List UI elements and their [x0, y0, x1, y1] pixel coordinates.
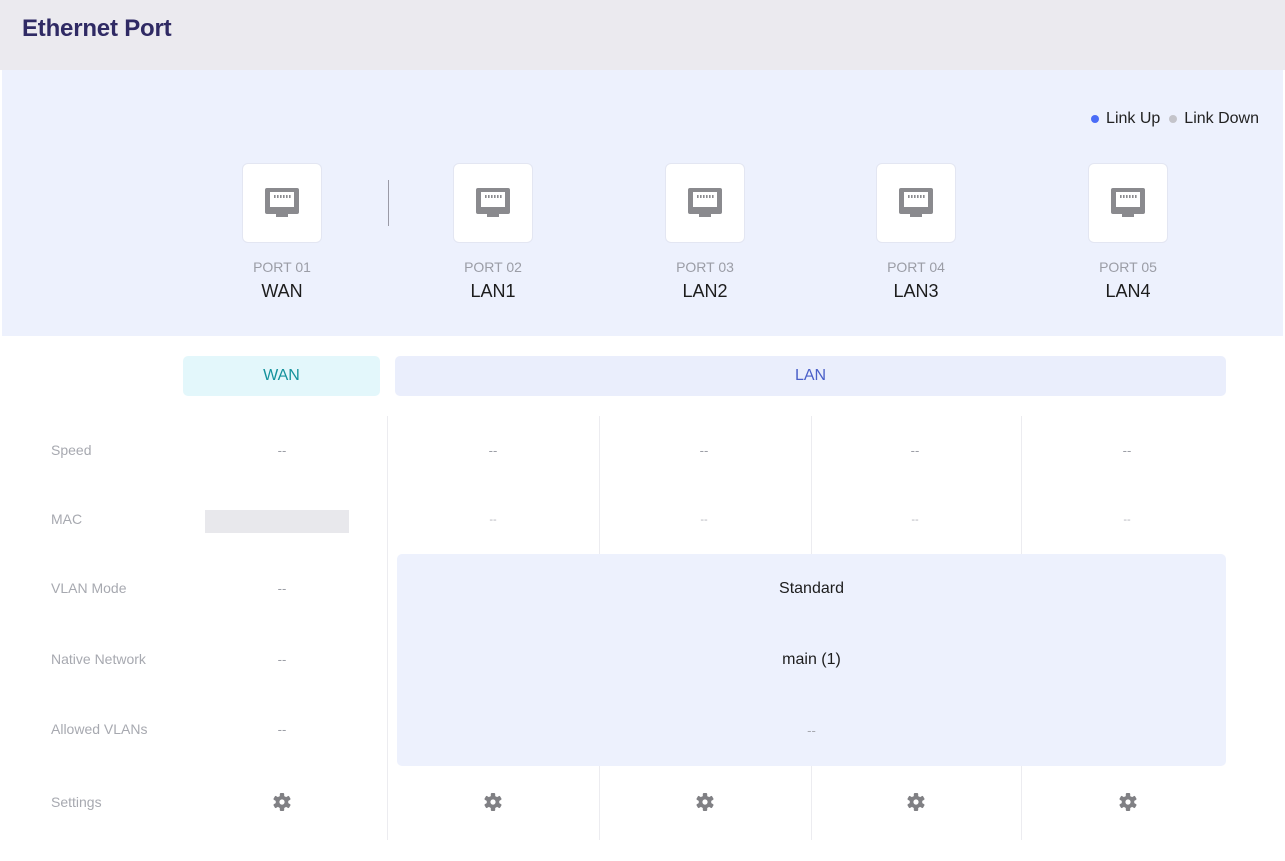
port-05-number: PORT 05 [1099, 259, 1157, 275]
row-label-allowed-vlans: Allowed VLANs [51, 721, 148, 737]
port-03-name: LAN2 [682, 281, 728, 301]
port-03[interactable]: PORT 03 LAN2 [645, 163, 765, 302]
legend-link-up: Link Up [1091, 110, 1160, 128]
port-02-card[interactable] [453, 163, 533, 243]
gear-icon[interactable] [906, 792, 926, 812]
legend-link-down: Link Down [1169, 110, 1259, 128]
wan-speed-value: -- [277, 443, 287, 458]
ethernet-port-icon [688, 188, 722, 217]
port-01-card[interactable] [242, 163, 322, 243]
gear-icon[interactable] [483, 792, 503, 812]
port-03-card[interactable] [665, 163, 745, 243]
ethernet-port-icon [265, 188, 299, 217]
port-02-number: PORT 02 [464, 259, 522, 275]
port-02-name: LAN1 [470, 281, 516, 301]
row-label-native-network: Native Network [51, 651, 146, 667]
wan-vlan-mode-value: -- [277, 581, 287, 596]
lan-native-network-value: main (1) [782, 651, 841, 668]
lan-vlan-mode-value: Standard [779, 580, 844, 597]
ethernet-port-icon [899, 188, 933, 217]
legend-link-up-label: Link Up [1106, 110, 1161, 127]
port-04[interactable]: PORT 04 LAN3 [856, 163, 976, 302]
row-label-settings: Settings [51, 794, 102, 810]
port-01-number: PORT 01 [253, 259, 311, 275]
link-up-dot-icon [1091, 115, 1100, 123]
port-05[interactable]: PORT 05 LAN4 [1068, 163, 1188, 302]
port-03-number: PORT 03 [676, 259, 734, 275]
page-header: Ethernet Port [0, 0, 1285, 70]
lan1-speed-value: -- [488, 443, 498, 458]
port-01-name: WAN [261, 281, 303, 301]
gear-icon[interactable] [695, 792, 715, 812]
lan4-speed-value: -- [1122, 443, 1132, 458]
row-label-mac: MAC [51, 511, 83, 527]
port-04-card[interactable] [876, 163, 956, 243]
lan3-mac-value: -- [911, 514, 919, 526]
lan2-mac-value: -- [700, 514, 708, 526]
gear-icon[interactable] [272, 792, 292, 812]
ethernet-port-icon [476, 188, 510, 217]
link-legend: Link Up Link Down [1091, 110, 1259, 128]
lan1-mac-value: -- [489, 514, 497, 526]
wan-lan-divider [388, 180, 389, 226]
column-divider [387, 416, 388, 840]
port-02[interactable]: PORT 02 LAN1 [433, 163, 553, 302]
wan-mac-value-redacted [205, 510, 349, 533]
port-01[interactable]: PORT 01 WAN [222, 163, 342, 302]
link-down-dot-icon [1169, 115, 1178, 123]
port-05-name: LAN4 [1105, 281, 1151, 301]
lan-allowed-vlans-value: -- [807, 723, 816, 738]
ethernet-port-page: Ethernet Port Link Up Link Down PORT 01 … [0, 0, 1285, 861]
wan-native-network-value: -- [277, 652, 287, 667]
legend-link-down-label: Link Down [1184, 110, 1259, 127]
row-label-vlan-mode: VLAN Mode [51, 580, 127, 596]
port-04-name: LAN3 [893, 281, 939, 301]
lan3-speed-value: -- [910, 443, 920, 458]
lan4-mac-value: -- [1123, 514, 1131, 526]
wan-group-label: WAN [183, 356, 380, 396]
port-04-number: PORT 04 [887, 259, 945, 275]
gear-icon[interactable] [1118, 792, 1138, 812]
page-title: Ethernet Port [22, 15, 172, 42]
ethernet-port-icon [1111, 188, 1145, 217]
row-label-speed: Speed [51, 442, 92, 458]
lan-group-label: LAN [395, 356, 1226, 396]
wan-allowed-vlans-value: -- [277, 722, 287, 737]
port-05-card[interactable] [1088, 163, 1168, 243]
lan2-speed-value: -- [699, 443, 709, 458]
